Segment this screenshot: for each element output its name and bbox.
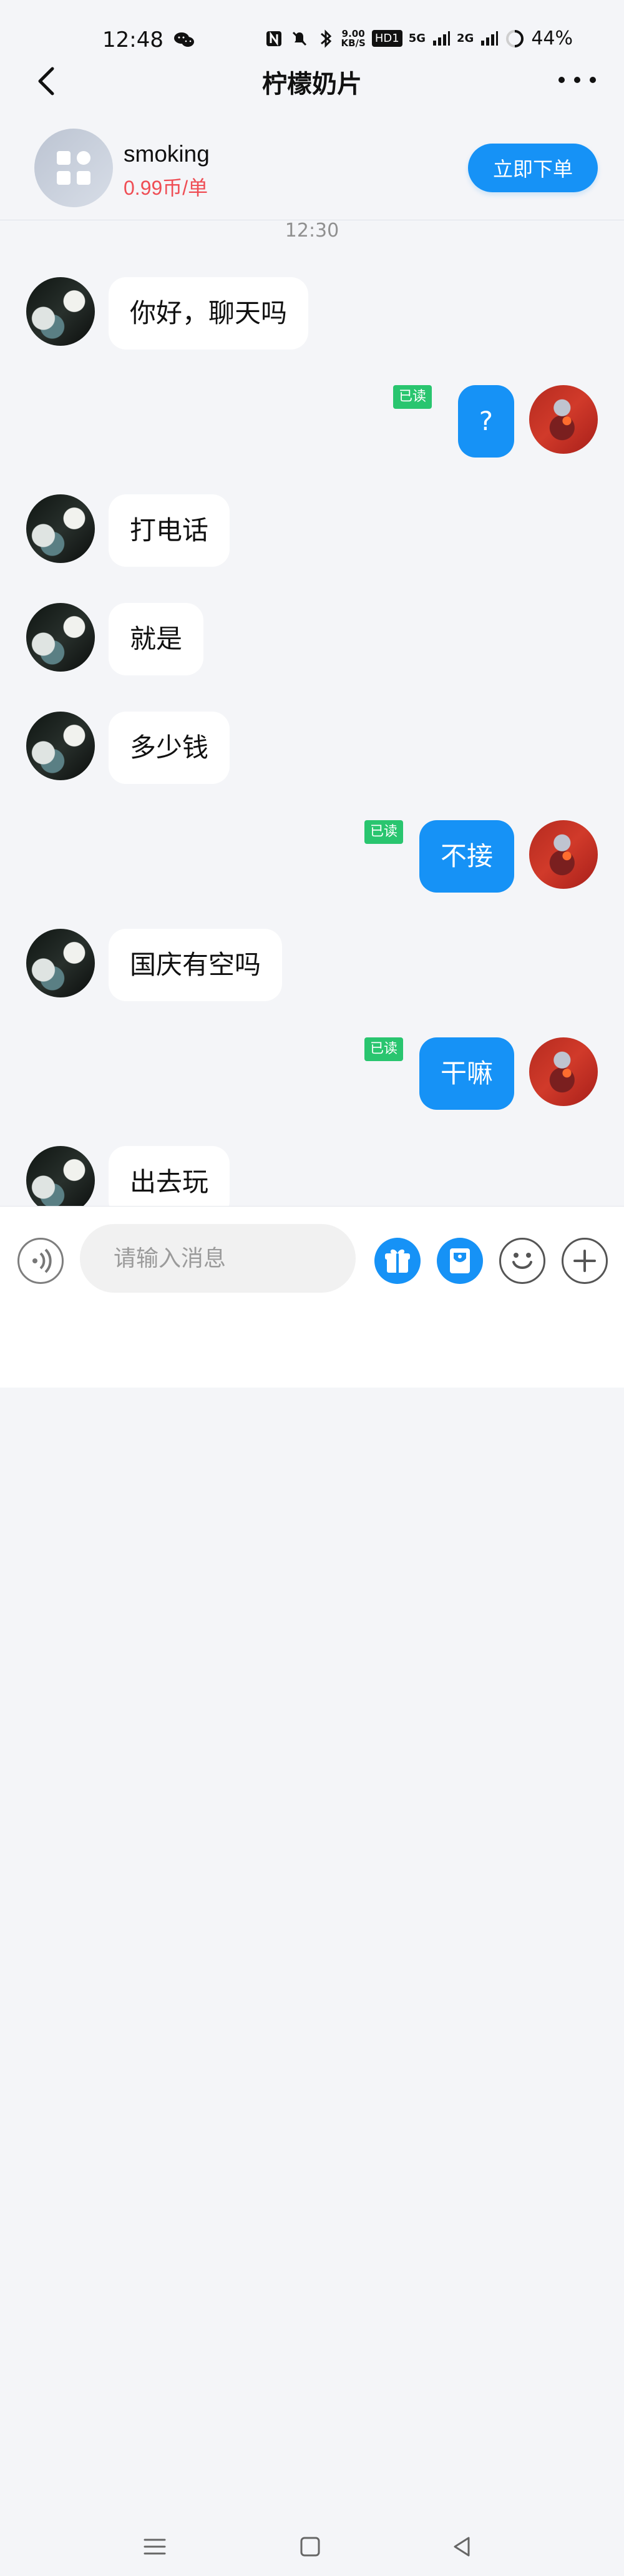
message-row: 已读 ? — [0, 385, 624, 460]
menu-icon[interactable] — [140, 2532, 169, 2561]
message-input[interactable] — [80, 1224, 356, 1293]
signal-2g-label: 2G — [457, 32, 474, 45]
incoming-message-bubble[interactable]: 你好，聊天吗 — [109, 277, 309, 350]
contact-avatar[interactable] — [26, 494, 95, 563]
message-row: 国庆有空吗 — [0, 929, 624, 1004]
page-title: 柠檬奶片 — [262, 70, 362, 99]
apps-icon — [57, 151, 90, 185]
message-row: 你好，聊天吗 — [0, 277, 624, 352]
read-badge: 已读 — [364, 820, 403, 844]
top-navigation: 柠檬奶片 — [0, 57, 624, 102]
back-nav-icon[interactable] — [448, 2532, 477, 2561]
contact-avatar[interactable] — [26, 712, 95, 780]
chat-time: 12:30 — [285, 220, 339, 242]
message-row: 出去玩 — [0, 1146, 624, 1206]
message-row: 打电话 — [0, 494, 624, 569]
hd-badge: HD1 — [371, 30, 402, 47]
contact-avatar[interactable] — [26, 277, 95, 346]
status-time: 12:48 — [102, 27, 163, 52]
incoming-message-bubble[interactable]: 多少钱 — [109, 712, 230, 784]
voice-icon — [32, 1248, 52, 1273]
message-row: 已读 不接 — [0, 820, 624, 895]
service-price: 0.99币/单 — [124, 177, 208, 199]
order-button[interactable]: 立即下单 — [468, 144, 598, 192]
contact-avatar[interactable] — [26, 1146, 95, 1206]
contact-avatar[interactable] — [26, 929, 95, 997]
card-button[interactable] — [437, 1238, 483, 1284]
signal-5g-label: 5G — [408, 32, 426, 45]
voice-button[interactable] — [17, 1238, 64, 1284]
bluetooth-icon — [321, 29, 332, 48]
outgoing-message-bubble[interactable]: 干嘛 — [419, 1037, 514, 1110]
wechat-icon — [174, 32, 194, 47]
message-row: 多少钱 — [0, 712, 624, 786]
incoming-message-bubble[interactable]: 国庆有空吗 — [109, 929, 283, 1001]
message-row: 已读 干嘛 — [0, 1037, 624, 1112]
network-speed: 9.00 KB/S — [341, 27, 366, 49]
service-order-card: smoking 0.99币/单 立即下单 — [0, 119, 624, 220]
plus-button[interactable] — [562, 1238, 608, 1284]
chat-message-list[interactable]: 12:30 你好，聊天吗 已读 ? 打电话 就是 多少钱 已读 不接 国庆有空吗… — [0, 220, 624, 1206]
contact-avatar[interactable] — [26, 603, 95, 672]
more-icon[interactable] — [555, 74, 599, 86]
outgoing-message-bubble[interactable]: ? — [457, 385, 514, 458]
outgoing-message-bubble[interactable]: 不接 — [419, 820, 514, 893]
service-avatar — [34, 129, 113, 207]
incoming-message-bubble[interactable]: 就是 — [109, 603, 204, 675]
message-row: 就是 — [0, 603, 624, 678]
user-avatar[interactable] — [529, 1037, 598, 1106]
read-badge: 已读 — [364, 1037, 403, 1061]
service-name: smoking — [124, 141, 210, 167]
mute-icon — [293, 31, 307, 46]
home-icon[interactable] — [296, 2532, 324, 2561]
battery-percent: 44% — [531, 27, 573, 49]
signal-icon-secondary — [481, 31, 499, 46]
emoji-button[interactable] — [499, 1238, 545, 1284]
message-input-bar — [0, 1206, 624, 2557]
emoji-icon — [512, 1253, 532, 1269]
status-icons: 9.00 KB/S HD1 5G 2G 44% — [265, 27, 573, 49]
incoming-message-bubble[interactable]: 打电话 — [109, 494, 230, 567]
plus-icon — [573, 1250, 596, 1272]
nfc-icon — [266, 31, 282, 46]
gift-icon — [385, 1249, 410, 1273]
card-icon — [450, 1248, 470, 1273]
user-avatar[interactable] — [529, 820, 598, 889]
user-avatar[interactable] — [529, 385, 598, 454]
gift-button[interactable] — [374, 1238, 421, 1284]
incoming-message-bubble[interactable]: 出去玩 — [109, 1146, 230, 1206]
battery-icon — [506, 29, 524, 47]
signal-icon — [433, 31, 450, 46]
read-badge: 已读 — [392, 385, 432, 409]
system-navigation — [0, 2532, 624, 2576]
